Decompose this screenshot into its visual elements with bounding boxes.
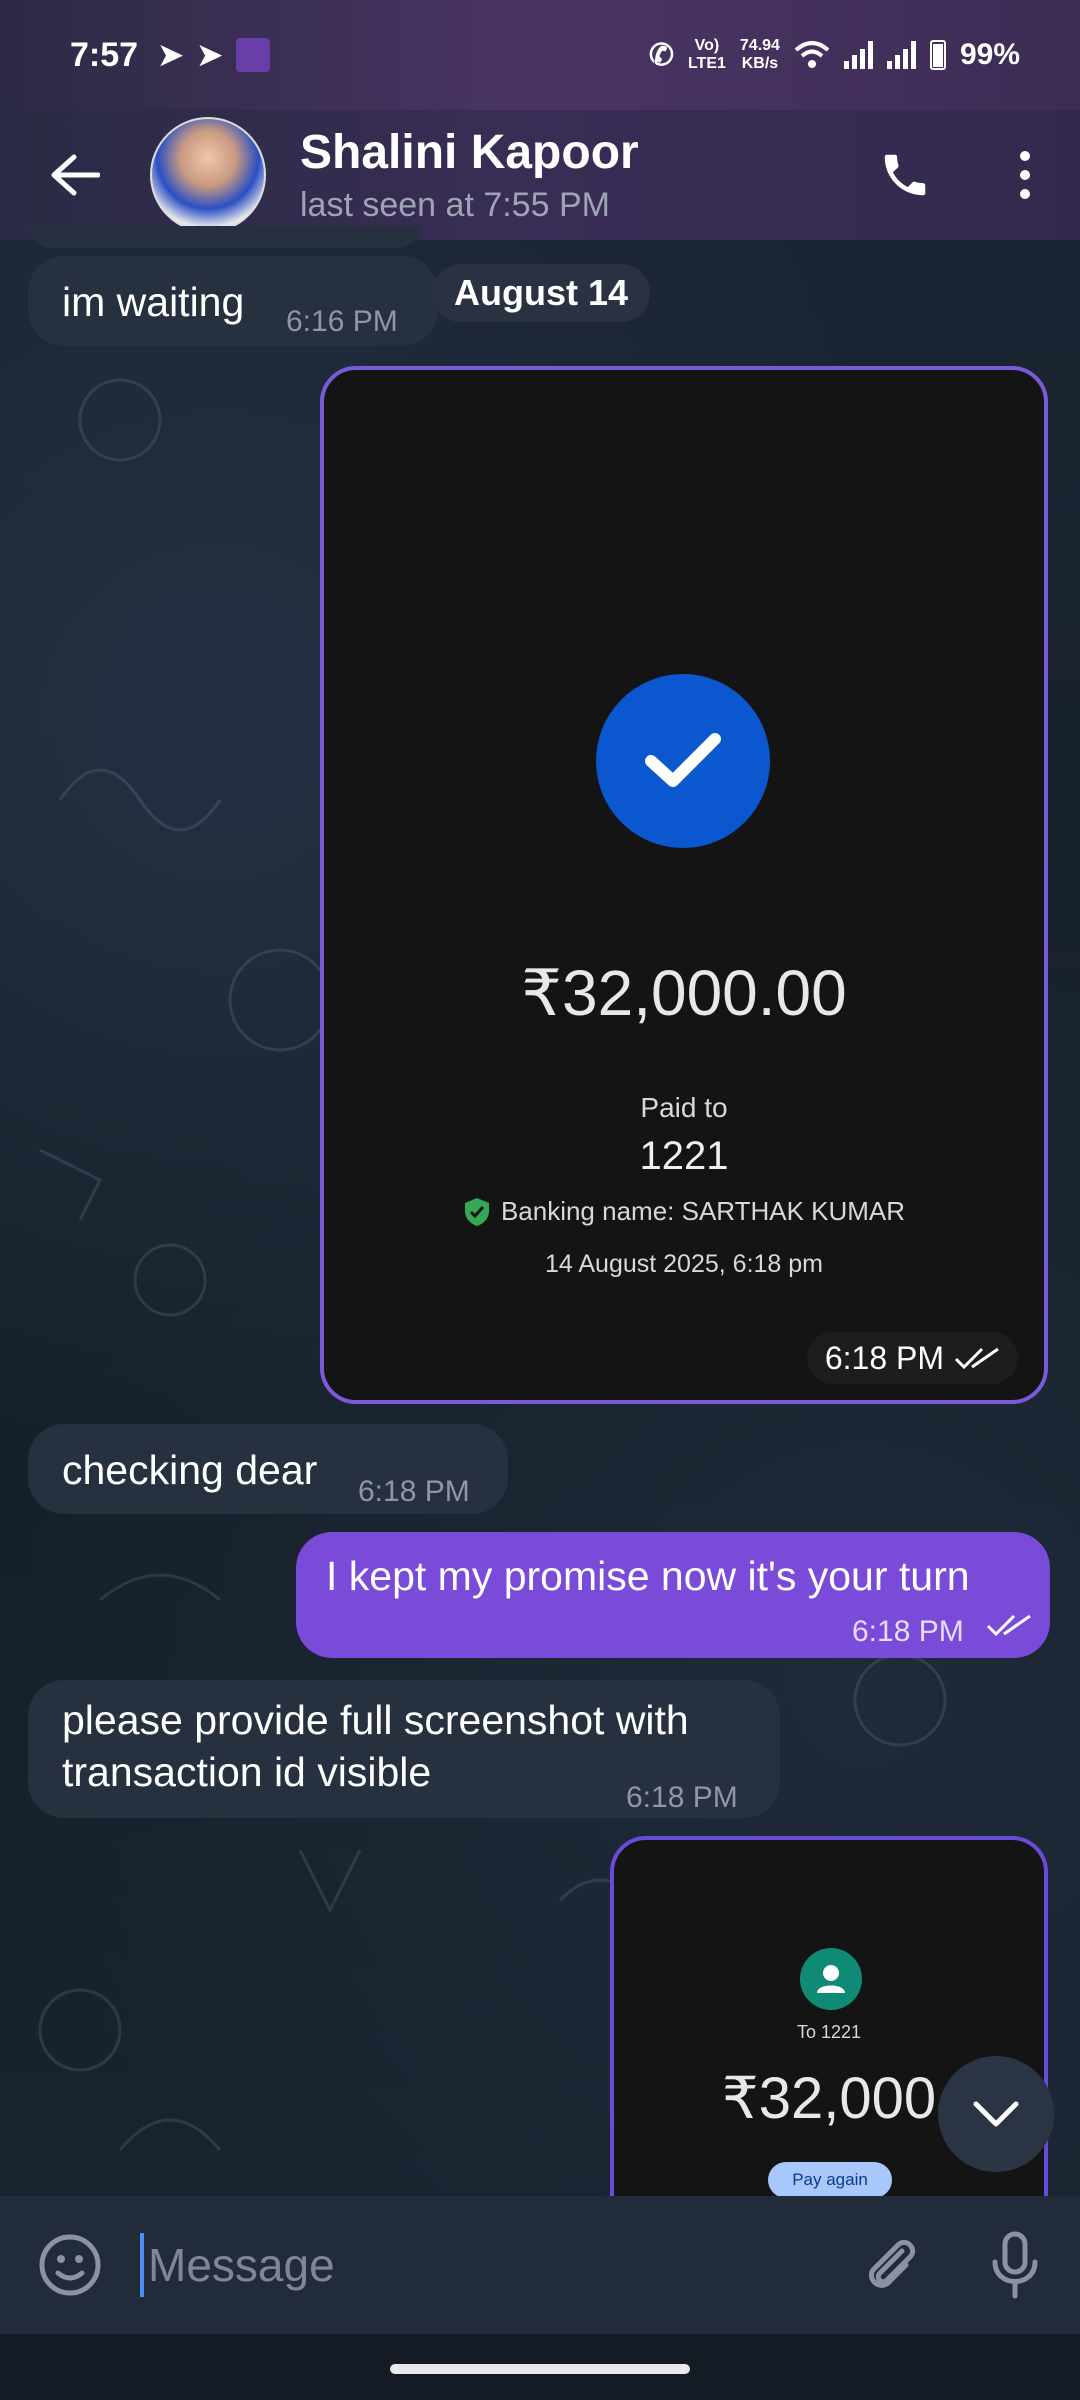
banking-name: Banking name: SARTHAK KUMAR (324, 1196, 1044, 1227)
status-bar: 7:57 ➤ ➤ ✆ Vo) LTE1 74.94 KB/s 99% (0, 0, 1080, 110)
double-check-icon (986, 1614, 1031, 1637)
back-button[interactable] (0, 110, 150, 240)
microphone-icon (992, 2231, 1038, 2299)
text-cursor (140, 2233, 144, 2297)
double-check-icon (954, 1347, 999, 1370)
message-text: I kept my promise now it's your turn (326, 1553, 970, 1599)
message-time: 6:18 PM (626, 1781, 738, 1814)
verified-shield-icon (464, 1197, 489, 1226)
network-type: Vo) LTE1 (687, 37, 726, 72)
date-chip: August 14 (432, 264, 651, 322)
last-seen-status: last seen at 7:55 PM (300, 186, 610, 224)
paid-to-label: Paid to (640, 1092, 728, 1123)
avatar[interactable] (150, 117, 266, 233)
message-bubble-incoming[interactable]: please provide full screenshot with tran… (28, 1680, 780, 1818)
message-time: 6:18 PM (852, 1615, 964, 1648)
network-speed: 74.94 KB/s (739, 37, 780, 72)
phone-icon (884, 154, 926, 196)
paperclip-icon (868, 2239, 916, 2288)
message-text: checking dear (62, 1447, 318, 1493)
payee-label: To 1221 (796, 2022, 862, 2042)
message-bubble-incoming[interactable]: im waiting 6:16 PM (28, 256, 438, 346)
payee-id: 1221 (639, 1134, 729, 1178)
status-time: 7:57 (70, 35, 139, 74)
chevron-down-icon (973, 2101, 1019, 2127)
message-bubble-incoming[interactable]: checking dear 6:18 PM (28, 1424, 508, 1514)
back-arrow-icon (51, 154, 100, 196)
signal-icon (843, 41, 873, 69)
home-indicator[interactable] (390, 2364, 690, 2374)
voice-message-button[interactable] (950, 2196, 1080, 2334)
message-text-line: please provide full screenshot with (62, 1697, 689, 1743)
pay-again-button: Pay again (768, 2162, 892, 2198)
payment-amount: ₹32,000.00 (521, 957, 847, 1029)
battery-icon (929, 40, 946, 70)
message-text: im waiting (62, 279, 245, 325)
person-avatar-icon (800, 1948, 862, 2010)
contact-info[interactable]: Shalini Kapoor last seen at 7:55 PM (300, 125, 840, 225)
more-options-button[interactable] (970, 110, 1080, 240)
call-button[interactable] (840, 110, 970, 240)
payment-screenshot-image[interactable]: ₹32,000.00 Paid to 1221 Banking name: SA… (320, 366, 1048, 1404)
battery-level: 99% (959, 38, 1020, 71)
emoji-button[interactable] (0, 2196, 140, 2334)
emoji-icon (39, 2234, 101, 2296)
telegram-icon: ➤ (158, 38, 184, 72)
wifi-calling-icon: ✆ (648, 38, 674, 72)
signal-icon (886, 41, 916, 69)
message-time: 6:16 PM (286, 305, 398, 338)
chat-header: Shalini Kapoor last seen at 7:55 PM (0, 110, 1080, 240)
telegram-icon: ➤ (197, 38, 223, 72)
message-time: 6:18 PM (358, 1475, 470, 1508)
more-vert-icon (1020, 151, 1030, 199)
message-bubble-outgoing[interactable]: I kept my promise now it's your turn 6:1… (296, 1532, 1050, 1658)
scroll-to-bottom-button[interactable] (938, 2056, 1054, 2172)
message-composer (0, 2196, 1080, 2334)
message-input[interactable] (148, 2196, 830, 2334)
payment-datetime: 14 August 2025, 6:18 pm (545, 1250, 823, 1278)
attach-button[interactable] (830, 2196, 950, 2334)
wifi-icon (794, 41, 830, 68)
app-notification-icon (236, 38, 271, 72)
media-timestamp: 6:18 PM (806, 1332, 1018, 1384)
message-text-line: transaction id visible (62, 1749, 432, 1795)
payment-screenshot-image[interactable]: To 1221 ₹32,000 Pay again (610, 1836, 1048, 2256)
contact-name: Shalini Kapoor (300, 126, 639, 179)
message-bubble-partial (30, 226, 420, 248)
success-check-icon (596, 674, 770, 848)
